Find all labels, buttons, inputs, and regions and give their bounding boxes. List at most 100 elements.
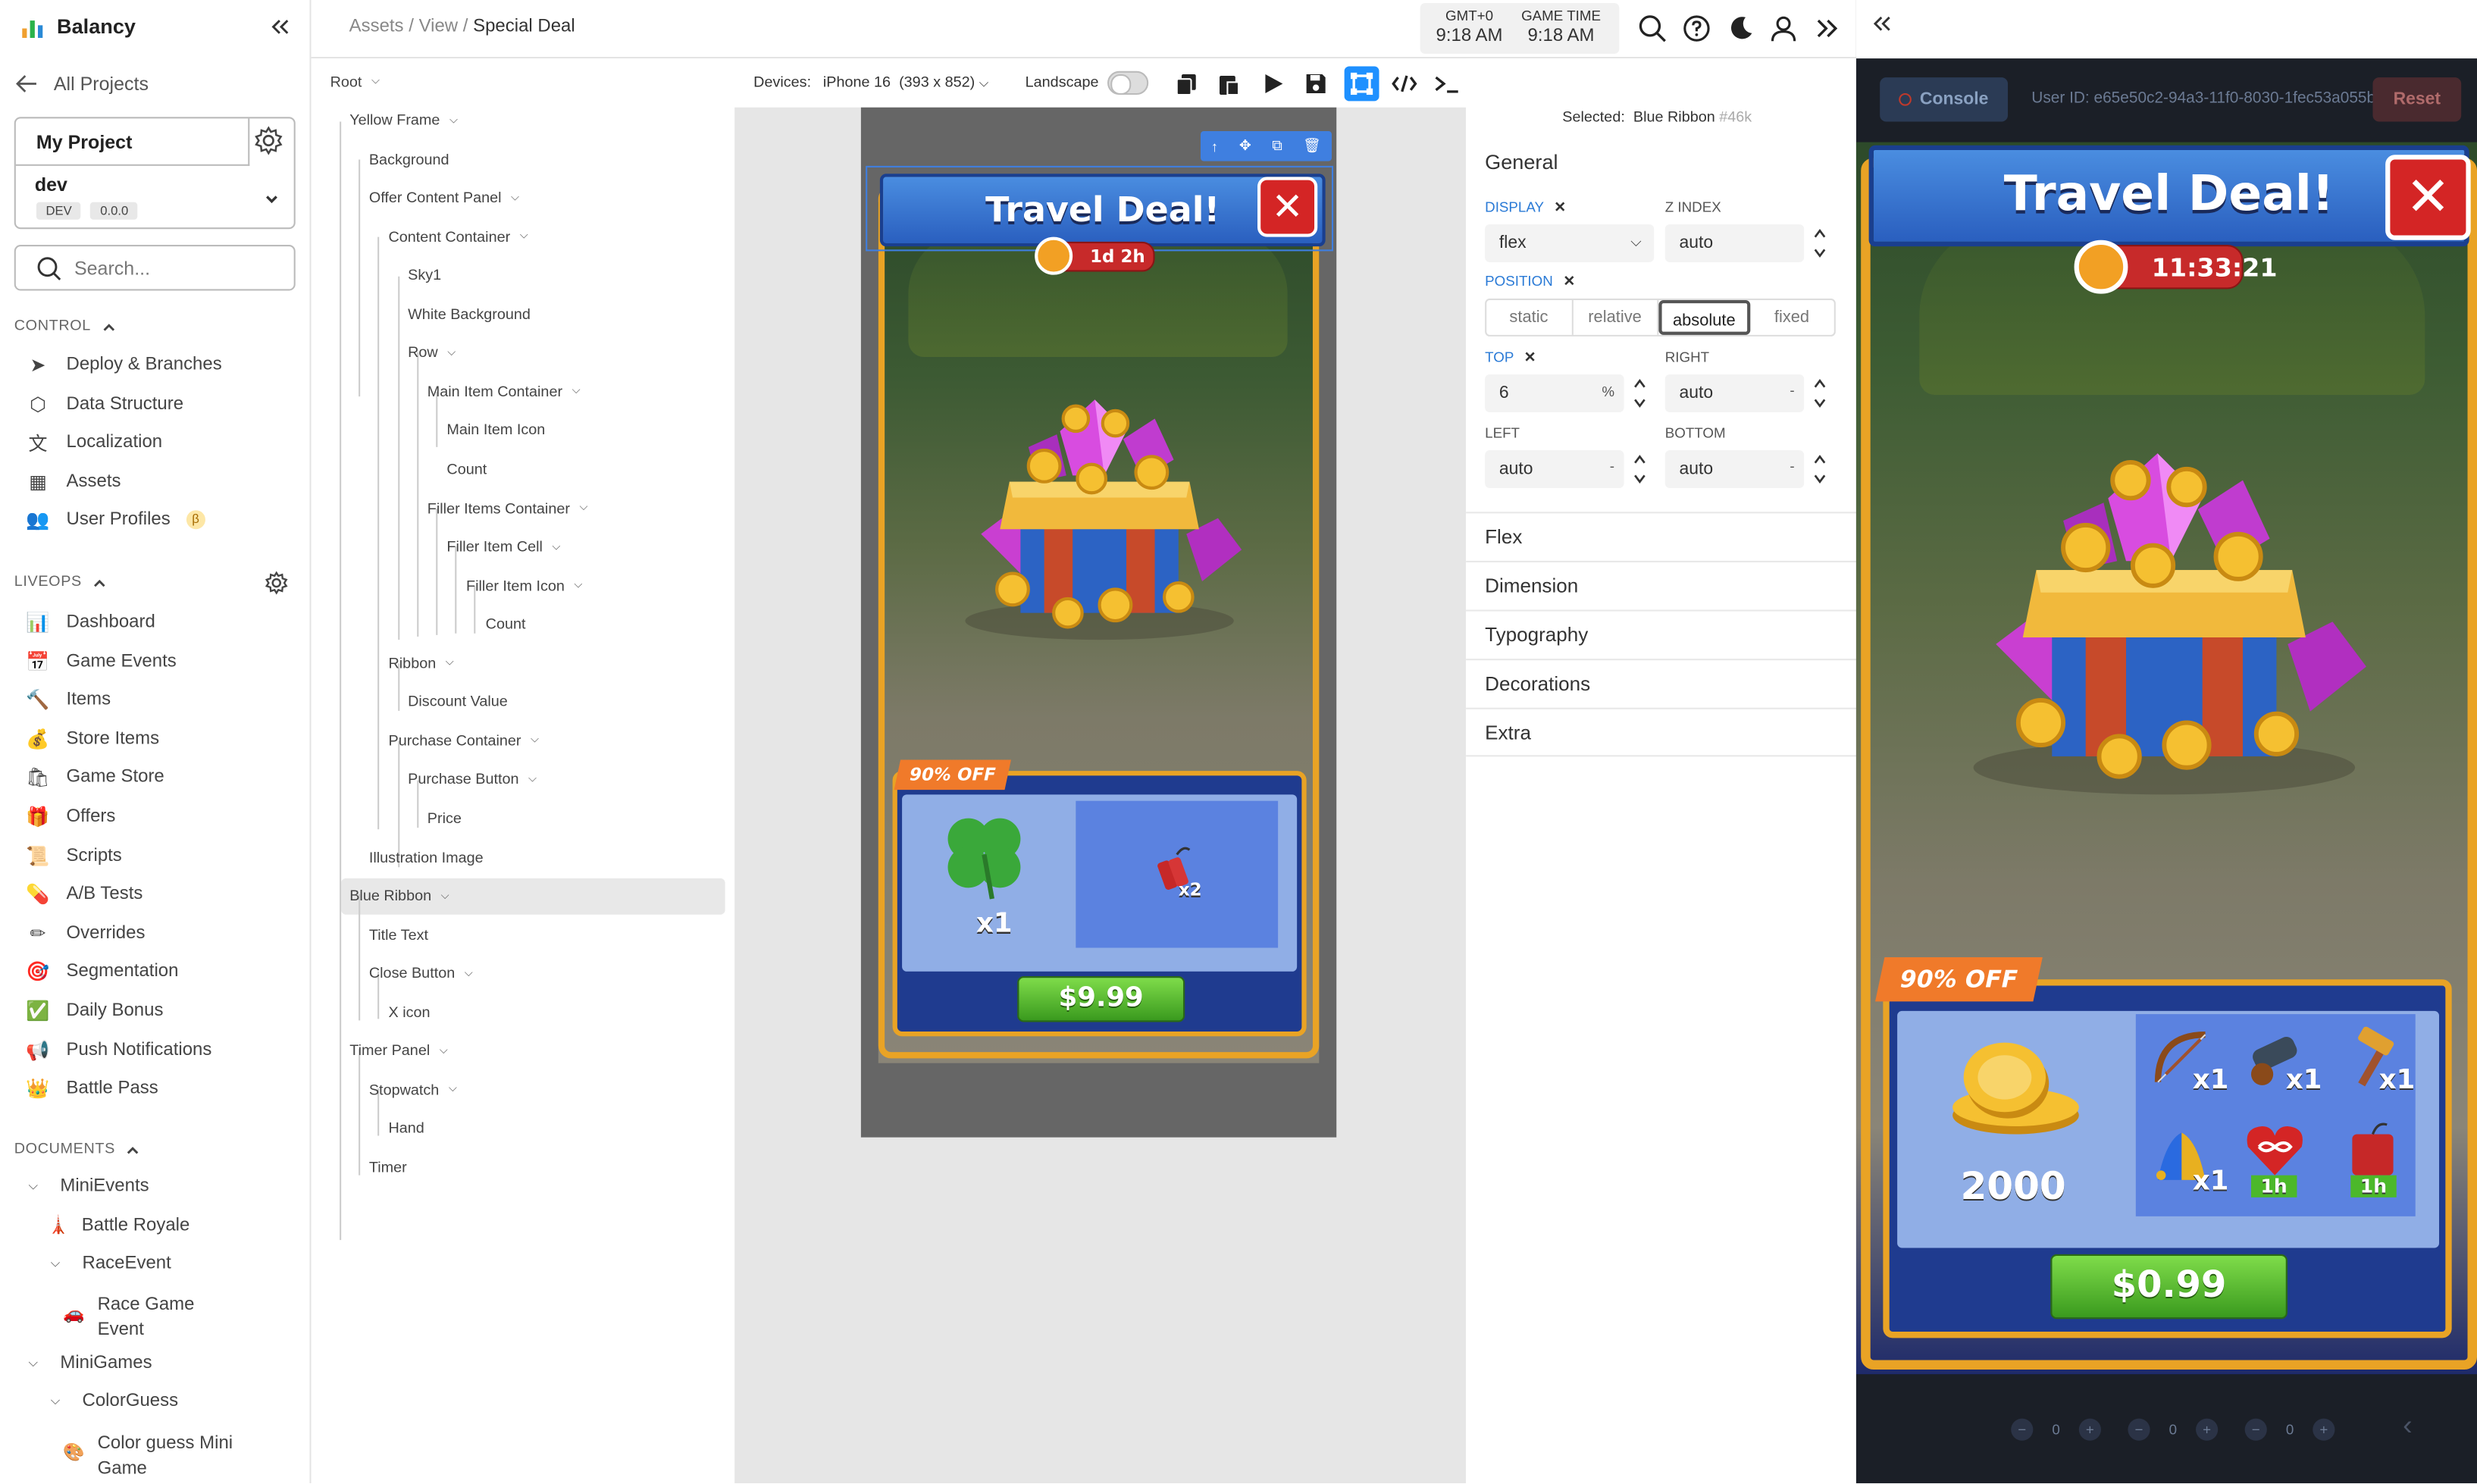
plus-icon[interactable]: + bbox=[2196, 1418, 2219, 1441]
tree-node[interactable]: Ribbon ⌵ bbox=[388, 651, 453, 676]
plus-icon[interactable]: + bbox=[2313, 1418, 2335, 1441]
tree-node[interactable]: Yellow Frame ⌵ bbox=[349, 108, 458, 133]
preview-stepper[interactable]: − 0 + bbox=[2011, 1418, 2102, 1441]
tree-node[interactable]: Root ⌵ bbox=[330, 70, 380, 95]
all-projects-link[interactable]: All Projects bbox=[16, 73, 149, 95]
tree-node[interactable]: Filler Items Container ⌵ bbox=[427, 496, 588, 521]
move-icon[interactable]: ✥ bbox=[1239, 137, 1251, 155]
sidebar-item-a-b-tests[interactable]: 💊 A/B Tests bbox=[25, 880, 142, 909]
preview-stepper[interactable]: − 0 + bbox=[2244, 1418, 2335, 1441]
doc-color-guess-mini-game[interactable]: 🎨 Color guess Mini Game bbox=[63, 1431, 233, 1482]
help-icon[interactable] bbox=[1683, 14, 1711, 43]
user-icon[interactable] bbox=[1769, 14, 1798, 43]
duplicate-icon[interactable]: ⧉ bbox=[1272, 137, 1282, 155]
device-viewport[interactable]: Travel Deal! ↑ ✥ ⧉ 🗑 ✕ 1d 2h x1 x2 $9.99… bbox=[860, 107, 1337, 1138]
chevron-down-icon[interactable]: ⌵ bbox=[449, 114, 458, 127]
chevron-down-icon[interactable]: ⌵ bbox=[572, 386, 581, 399]
transform-tool-icon[interactable] bbox=[1344, 66, 1379, 102]
chevron-down-icon[interactable]: ⌵ bbox=[371, 76, 380, 89]
sidebar-item-segmentation[interactable]: 🎯 Segmentation bbox=[25, 958, 178, 987]
sidebar-item-dashboard[interactable]: 📊 Dashboard bbox=[25, 608, 155, 637]
collapse-sidebar-icon[interactable] bbox=[268, 16, 290, 38]
dark-mode-moon-icon[interactable] bbox=[1727, 14, 1755, 43]
minus-icon[interactable]: − bbox=[2011, 1418, 2034, 1441]
purchase-button[interactable]: $9.99 bbox=[1017, 976, 1185, 1022]
doc-race-game-event[interactable]: 🚗 Race Game Event bbox=[63, 1292, 194, 1343]
doc-folder-raceevent[interactable]: ⌵ RaceEvent bbox=[51, 1254, 171, 1273]
sidebar-item-offers[interactable]: 🎁 Offers bbox=[25, 803, 115, 831]
tree-node[interactable]: Content Container ⌵ bbox=[388, 224, 528, 249]
branch-name[interactable]: dev bbox=[35, 174, 67, 196]
illustration-image[interactable] bbox=[950, 384, 1250, 644]
sidebar-item-deploy-branches[interactable]: ➤ Deploy & Branches bbox=[25, 351, 222, 380]
chevron-down-icon[interactable]: ⌵ bbox=[446, 658, 454, 671]
chevron-down-icon[interactable]: ⌵ bbox=[552, 541, 560, 554]
left-unit[interactable]: - bbox=[1610, 458, 1614, 474]
chevron-down-icon[interactable] bbox=[262, 189, 281, 208]
sidebar-item-game-events[interactable]: 📅 Game Events bbox=[25, 647, 176, 676]
tree-node[interactable]: Count bbox=[446, 457, 487, 482]
left-input[interactable]: auto - bbox=[1485, 449, 1624, 489]
top-stepper-icon[interactable] bbox=[1632, 374, 1648, 412]
device-select[interactable]: iPhone 16 (393 x 852) ⌵ bbox=[823, 74, 989, 92]
doc-battle-royale[interactable]: 🗼 Battle Royale bbox=[48, 1215, 190, 1235]
terminal-icon[interactable] bbox=[1431, 68, 1463, 100]
top-input[interactable]: 6 % bbox=[1485, 374, 1624, 412]
tree-node[interactable]: Row ⌵ bbox=[408, 341, 456, 366]
arrow-up-icon[interactable]: ↑ bbox=[1211, 138, 1218, 154]
tree-node[interactable]: Purchase Button ⌵ bbox=[408, 768, 537, 793]
dimension-section[interactable]: Dimension bbox=[1466, 560, 1856, 610]
project-name[interactable]: My Project bbox=[15, 118, 250, 166]
sidebar-item-store-items[interactable]: 💰 Store Items bbox=[25, 725, 159, 753]
close-button[interactable]: ✕ bbox=[1257, 177, 1318, 237]
project-settings-gear-icon[interactable] bbox=[252, 125, 284, 157]
tree-node[interactable]: Sky1 bbox=[408, 264, 441, 289]
tree-node[interactable]: White Background bbox=[408, 302, 531, 327]
sidebar-item-push-notifications[interactable]: 📢 Push Notifications bbox=[25, 1035, 211, 1064]
chevron-down-icon[interactable]: ⌵ bbox=[574, 580, 582, 593]
breadcrumb-assets[interactable]: Assets bbox=[349, 17, 404, 36]
tree-node[interactable]: X icon bbox=[388, 1000, 430, 1025]
tree-node[interactable]: Discount Value bbox=[408, 690, 508, 715]
brand[interactable]: Balancy bbox=[22, 14, 136, 38]
display-select[interactable]: flex ⌵ bbox=[1485, 224, 1655, 262]
preview-stepper[interactable]: − 0 + bbox=[2128, 1418, 2219, 1441]
tree-node[interactable]: Main Item Icon bbox=[446, 418, 545, 443]
search-icon[interactable] bbox=[1638, 14, 1667, 43]
tree-node[interactable]: Purchase Container ⌵ bbox=[388, 729, 539, 754]
doc-folder-minigames[interactable]: ⌵ MiniGames bbox=[29, 1354, 152, 1373]
chevron-down-icon[interactable]: ⌵ bbox=[531, 735, 539, 748]
minus-icon[interactable]: − bbox=[2128, 1418, 2150, 1441]
chevron-down-icon[interactable]: ⌵ bbox=[520, 231, 528, 244]
left-stepper-icon[interactable] bbox=[1632, 450, 1648, 488]
typography-section[interactable]: Typography bbox=[1466, 609, 1856, 659]
tree-node[interactable]: Offer Content Panel ⌵ bbox=[369, 186, 519, 211]
reset-button[interactable]: Reset bbox=[2372, 77, 2462, 122]
sidebar-item-scripts[interactable]: 📜 Scripts bbox=[25, 841, 121, 870]
tree-node[interactable]: Illustration Image bbox=[369, 845, 484, 870]
sidebar-item-battle-pass[interactable]: 👑 Battle Pass bbox=[25, 1075, 158, 1104]
zindex-stepper-icon[interactable] bbox=[1812, 224, 1828, 262]
right-stepper-icon[interactable] bbox=[1812, 374, 1828, 412]
preview-close-button[interactable]: ✕ bbox=[2385, 155, 2471, 240]
sidebar-item-overrides[interactable]: ✏ Overrides bbox=[25, 919, 146, 948]
position-static[interactable]: static bbox=[1486, 299, 1573, 335]
tree-node[interactable]: Hand bbox=[388, 1116, 424, 1141]
general-section-title[interactable]: General bbox=[1485, 150, 1558, 174]
documents-section-header[interactable]: DOCUMENTS bbox=[14, 1141, 141, 1158]
zindex-input[interactable]: auto bbox=[1664, 224, 1805, 262]
landscape-toggle[interactable] bbox=[1107, 70, 1149, 95]
collapse-preview-icon[interactable] bbox=[1871, 13, 1893, 35]
sidebar-item-daily-bonus[interactable]: ✅ Daily Bonus bbox=[25, 997, 163, 1025]
tree-node[interactable]: Blue Ribbon ⌵ bbox=[349, 884, 449, 909]
plus-icon[interactable]: + bbox=[2078, 1418, 2102, 1441]
flex-section[interactable]: Flex bbox=[1466, 512, 1856, 561]
tree-node[interactable]: Filler Item Cell ⌵ bbox=[446, 535, 560, 560]
right-input[interactable]: auto - bbox=[1664, 374, 1805, 412]
tree-node[interactable]: Background bbox=[369, 147, 449, 172]
tree-node[interactable]: Count bbox=[486, 612, 526, 637]
chevron-down-icon[interactable]: ⌵ bbox=[441, 891, 449, 903]
liveops-settings-gear-icon[interactable] bbox=[264, 570, 289, 595]
chevron-down-icon[interactable]: ⌵ bbox=[528, 774, 537, 787]
bottom-unit[interactable]: - bbox=[1790, 458, 1794, 474]
